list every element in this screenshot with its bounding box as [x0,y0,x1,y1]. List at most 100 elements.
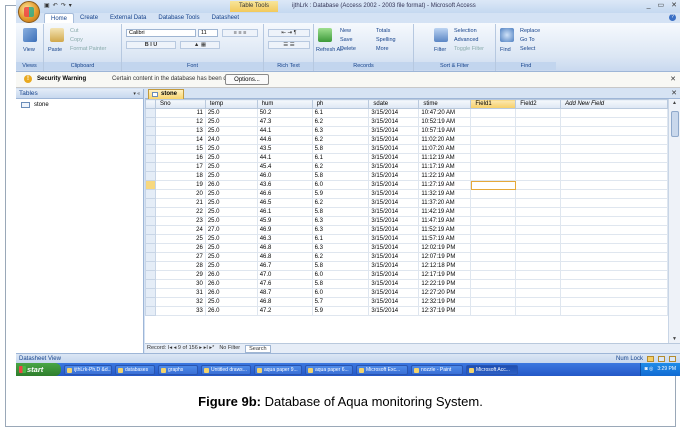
column-header-stime[interactable]: stime [418,99,472,109]
cell-stime[interactable]: 11:57:19 AM [418,234,472,244]
cell-ph[interactable]: 6.0 [311,180,370,190]
view-icon[interactable] [23,28,37,42]
cell-empty[interactable] [560,306,668,316]
cell-ph[interactable]: 6.2 [311,252,370,262]
taskbar-item[interactable]: aqua paper 6... [305,364,353,375]
cell-sno[interactable]: 15 [154,144,206,154]
select-all-corner[interactable] [145,99,156,109]
row-selector[interactable] [145,162,156,172]
fill-gridlines-buttons[interactable]: ▲ ▦ [180,41,220,49]
cell-stime[interactable]: 11:52:19 AM [418,225,472,235]
taskbar-item-active[interactable]: Microsoft Acc... [466,364,518,375]
cell-temp[interactable]: 25.0 [204,243,258,253]
cell-empty[interactable] [470,270,517,280]
cell-empty[interactable] [470,171,517,181]
cell-sno[interactable]: 23 [154,216,206,226]
cell-sdate[interactable]: 3/15/2014 [368,288,420,298]
cell-empty[interactable] [560,171,668,181]
cell-temp[interactable]: 25.0 [204,198,258,208]
scroll-up-icon[interactable]: ▲ [669,99,680,107]
tab-external-data[interactable]: External Data [104,13,152,23]
paste-button[interactable]: Paste [48,46,62,54]
cell-ph[interactable]: 5.8 [311,207,370,217]
font-name-combo[interactable]: Calibri [126,29,196,37]
cell-sno[interactable]: 25 [154,234,206,244]
options-button[interactable]: Options... [225,74,269,85]
column-header-field1[interactable]: Field1 [470,99,517,109]
cell-hum[interactable]: 46.8 [256,252,313,262]
cell-empty[interactable] [470,288,517,298]
cell-empty[interactable] [470,144,517,154]
cell-empty[interactable] [470,135,517,145]
row-selector[interactable] [145,198,156,208]
cell-empty[interactable] [560,279,668,289]
list-buttons[interactable]: ☰ ☰ [268,41,310,49]
cell-stime[interactable]: 10:47:20 AM [418,108,472,118]
taskbar-item[interactable]: ijthLrk-Ph.D &d... [64,364,112,375]
new-record-button[interactable]: New [340,27,351,35]
cell-hum[interactable]: 47.3 [256,117,313,127]
cell-temp[interactable]: 25.0 [204,144,258,154]
cell-sdate[interactable]: 3/15/2014 [368,279,420,289]
cell-empty[interactable] [560,117,668,127]
scroll-thumb[interactable] [671,111,679,137]
cell-empty[interactable] [560,216,668,226]
cell-ph[interactable]: 5.7 [311,297,370,307]
cell-sdate[interactable]: 3/15/2014 [368,126,420,136]
cell-ph[interactable]: 6.3 [311,243,370,253]
cell-temp[interactable]: 24.0 [204,135,258,145]
close-button[interactable]: ✕ [671,0,677,12]
row-selector[interactable] [145,297,156,307]
cell-stime[interactable]: 11:27:19 AM [418,180,472,190]
design-view-icon[interactable] [669,356,676,362]
selection-button[interactable]: Selection [454,27,477,35]
cell-empty[interactable] [470,117,517,127]
cell-temp[interactable]: 26.0 [204,288,258,298]
cell-stime[interactable]: 12:07:19 PM [418,252,472,262]
taskbar-item[interactable]: databases [115,364,155,375]
cell-empty[interactable] [515,216,562,226]
cell-empty[interactable] [470,243,517,253]
column-header-add-new-field[interactable]: Add New Field [560,99,668,109]
cell-sdate[interactable]: 3/15/2014 [368,189,420,199]
save-icon[interactable]: ▣ [44,2,50,11]
cell-empty[interactable] [560,126,668,136]
cell-hum[interactable]: 44.1 [256,126,313,136]
replace-button[interactable]: Replace [520,27,540,35]
cell-empty[interactable] [515,180,562,190]
tray-icons[interactable]: ◙ ◎ [645,363,654,376]
cell-ph[interactable]: 6.0 [311,288,370,298]
row-selector[interactable] [145,225,156,235]
row-selector[interactable] [145,279,156,289]
no-filter-indicator[interactable]: No Filter [219,344,240,353]
taskbar-item[interactable]: Microsoft Exc... [356,364,408,375]
cell-ph[interactable]: 6.0 [311,270,370,280]
cell-hum[interactable]: 50.2 [256,108,313,118]
cell-empty[interactable] [470,198,517,208]
cell-empty[interactable] [470,108,517,118]
find-icon[interactable] [500,28,514,42]
cell-empty[interactable] [515,288,562,298]
cell-empty[interactable] [470,126,517,136]
cut-button[interactable]: Cut [70,27,79,35]
redo-icon[interactable]: ↷ [61,2,66,11]
cell-temp[interactable]: 26.0 [204,180,258,190]
cell-sno[interactable]: 14 [154,135,206,145]
cell-empty[interactable] [515,171,562,181]
cell-empty[interactable] [515,252,562,262]
cell-empty[interactable] [470,261,517,271]
cell-stime[interactable]: 12:17:19 PM [418,270,472,280]
row-selector[interactable] [145,153,156,163]
cell-empty[interactable] [470,279,517,289]
cell-stime[interactable]: 11:02:20 AM [418,135,472,145]
cell-sdate[interactable]: 3/15/2014 [368,225,420,235]
row-selector[interactable] [145,207,156,217]
tab-home[interactable]: Home [44,13,75,23]
row-selector[interactable] [145,243,156,253]
column-header-temp[interactable]: temp [204,99,258,109]
select-button[interactable]: Select [520,45,535,53]
column-header-sno[interactable]: Sno [154,99,206,109]
row-selector[interactable] [145,135,156,145]
cell-empty[interactable] [515,306,562,316]
cell-stime[interactable]: 12:02:19 PM [418,243,472,253]
